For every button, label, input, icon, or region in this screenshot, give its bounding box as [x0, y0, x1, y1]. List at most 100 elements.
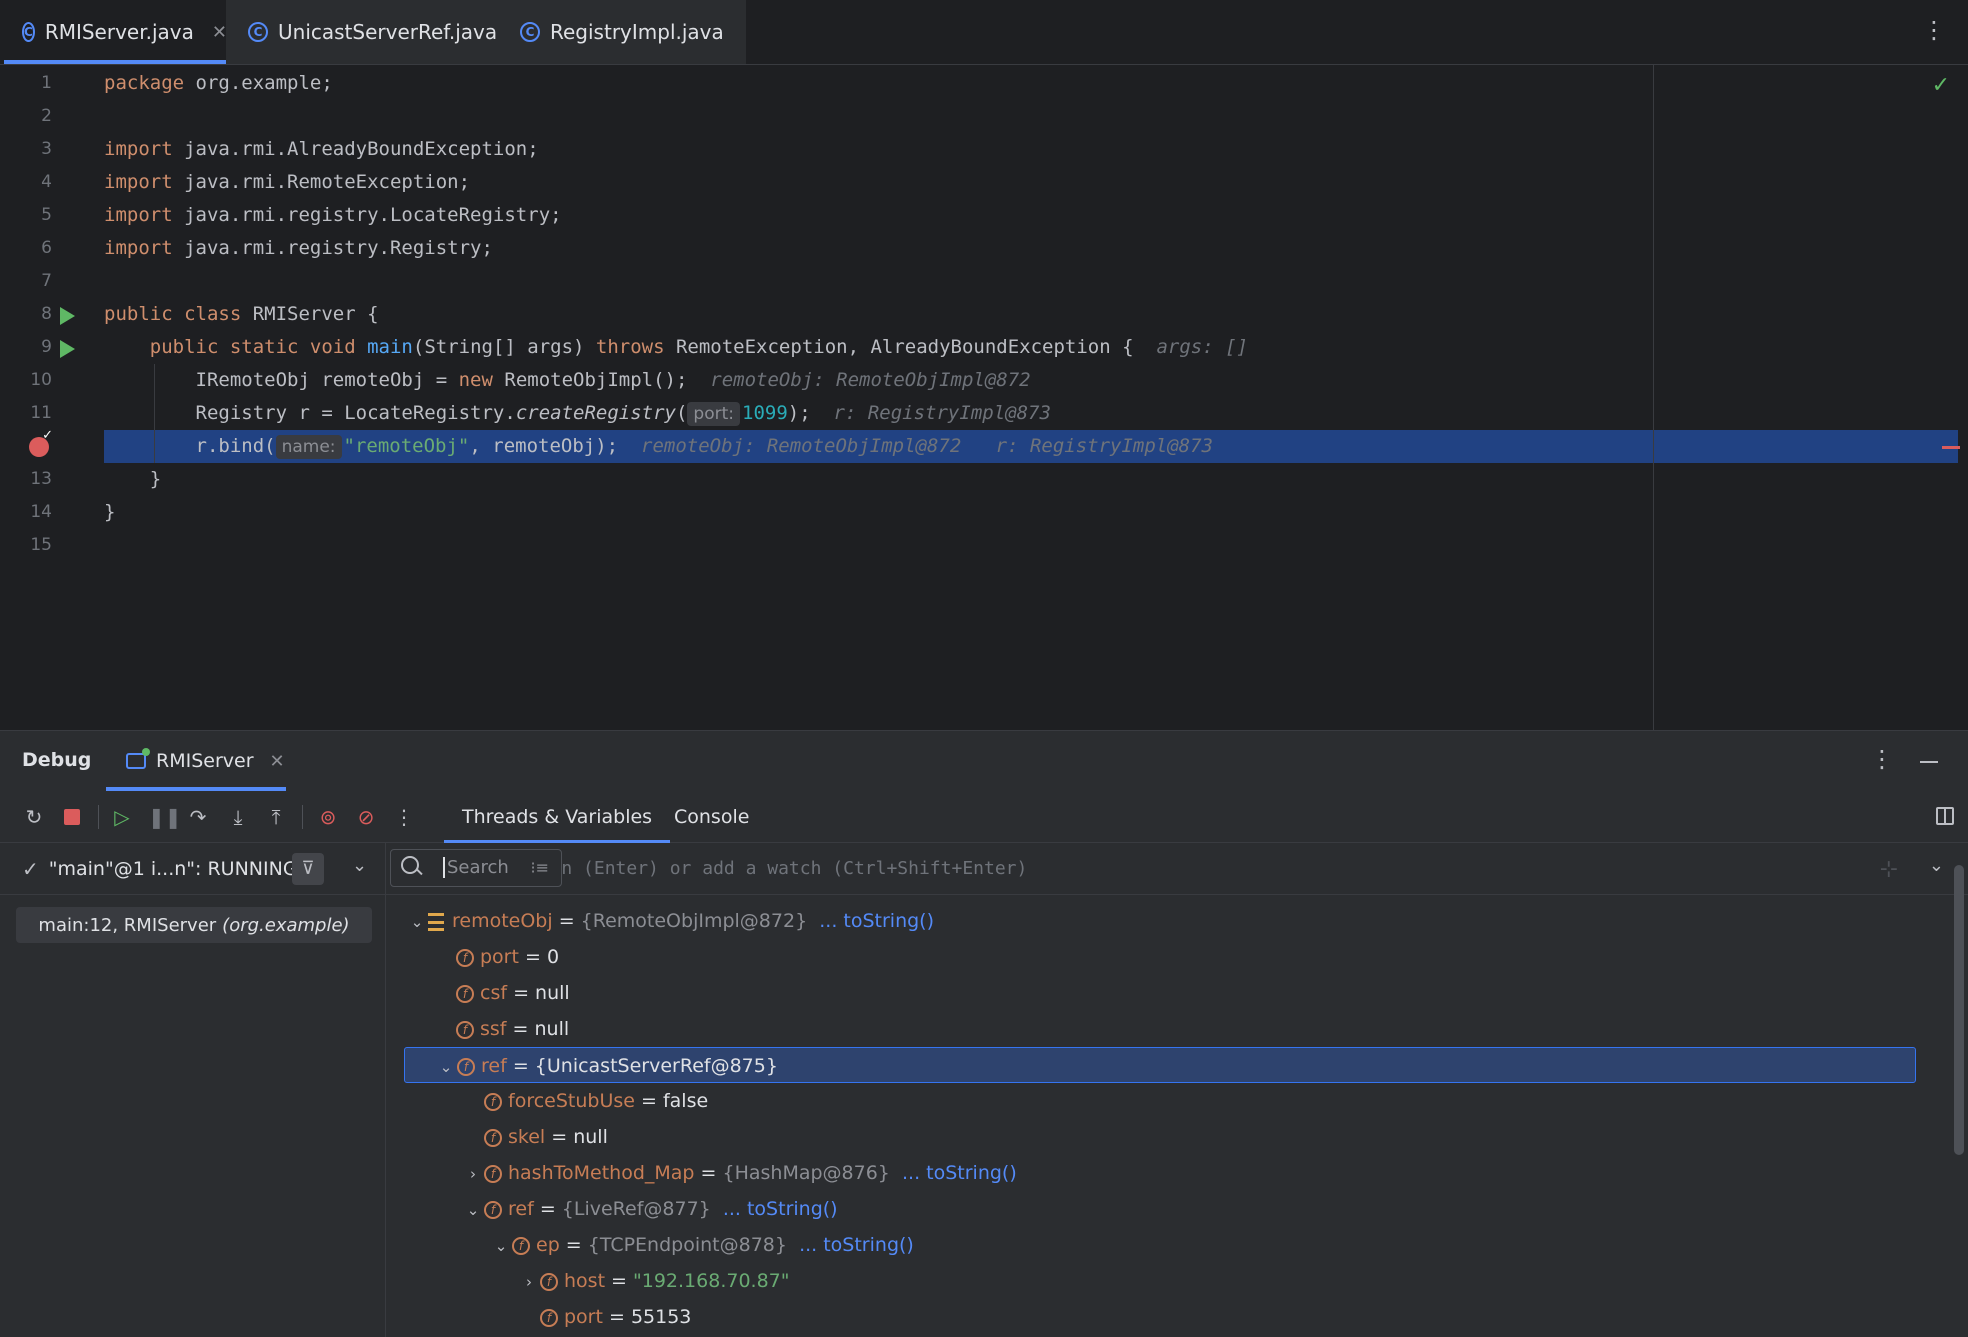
step-into-icon[interactable]: ⤓	[226, 805, 250, 829]
variable-name: ref	[508, 1198, 534, 1220]
line-number: 2	[41, 106, 52, 126]
code-line-9: public static void main(String[] args) t…	[104, 336, 1248, 358]
stack-frame-item[interactable]: main:12, RMIServer (org.example)	[16, 907, 372, 943]
field-icon: f	[512, 1236, 530, 1255]
search-options-icon[interactable]: ⁝≡	[531, 858, 550, 877]
chevron-down-icon[interactable]: ⌄	[406, 904, 428, 940]
view-breakpoints-icon[interactable]: ⊚	[316, 805, 340, 829]
tab-rmiserver[interactable]: C RMIServer.java ✕	[0, 0, 227, 64]
code-line-1: package org.example;	[104, 72, 333, 94]
variable-name: ep	[536, 1234, 560, 1256]
chevron-down-icon[interactable]: ⌄	[490, 1228, 512, 1264]
field-icon: f	[484, 1128, 502, 1147]
variable-type: {RemoteObjImpl@872}	[580, 910, 808, 932]
chevron-down-icon[interactable]: ⌄	[1929, 855, 1944, 876]
watch-bar[interactable]: ssion (Enter) or add a watch (Ctrl+Shift…	[386, 843, 1968, 895]
field-icon: f	[456, 1020, 474, 1039]
tab-threads-variables[interactable]: Threads & Variables	[444, 791, 671, 843]
equals-sign: =	[634, 1090, 663, 1112]
minimize-icon[interactable]	[1920, 761, 1938, 763]
frame-class: (org.example)	[222, 914, 350, 936]
variable-content: f csf = null	[434, 975, 570, 1011]
chevron-right-icon[interactable]: ›	[518, 1264, 540, 1300]
variable-content: f skel = null	[462, 1119, 608, 1155]
tab-registryimpl[interactable]: C RegistryImpl.java	[498, 0, 746, 64]
inline-value-hint: remoteObj: RemoteObjImpl@872	[710, 369, 1031, 391]
equals-sign: =	[552, 910, 581, 932]
watch-input-hint[interactable]: ssion (Enter) or add a watch (Ctrl+Shift…	[518, 858, 1027, 879]
variable-name: port	[564, 1306, 603, 1328]
close-icon[interactable]: ✕	[212, 22, 227, 43]
tab-unicastserverref[interactable]: C UnicastServerRef.java	[226, 0, 498, 64]
debug-session-tab[interactable]: RMIServer ✕	[106, 731, 286, 791]
mute-breakpoints-icon[interactable]: ⊘	[354, 805, 378, 829]
filter-icon[interactable]: ⊽	[292, 853, 324, 885]
equals-sign: =	[506, 1018, 535, 1040]
breakpoint-icon[interactable]	[29, 428, 53, 457]
more-options-icon[interactable]: ⋮	[392, 805, 416, 829]
code-area[interactable]: package org.example; import java.rmi.Alr…	[104, 65, 1968, 730]
layout-icon[interactable]	[1936, 807, 1954, 825]
line-number: 5	[41, 205, 52, 225]
chevron-down-icon[interactable]: ⌄	[462, 1192, 484, 1228]
line-number: 4	[41, 172, 52, 192]
code-editor[interactable]: 1 2 3 4 5 6 7 8 9 10 11 13 14 15 package…	[0, 65, 1968, 730]
variable-content: f ssf = null	[434, 1011, 569, 1047]
parameter-hint: name:	[275, 435, 342, 459]
search-placeholder: Search	[443, 857, 509, 878]
more-options-icon[interactable]: ⋮	[1870, 745, 1894, 773]
tostring-link[interactable]: ... toString()	[807, 910, 934, 932]
thread-label: "main"@1 i...n": RUNNING	[48, 857, 298, 880]
run-icon[interactable]	[60, 307, 75, 325]
line-number: 10	[30, 370, 52, 390]
toolbar-separator	[98, 805, 99, 829]
variables-panel: ssion (Enter) or add a watch (Ctrl+Shift…	[386, 843, 1968, 1337]
close-icon[interactable]: ✕	[270, 751, 285, 772]
equals-sign: =	[533, 1198, 562, 1220]
gutter[interactable]: 1 2 3 4 5 6 7 8 9 10 11 13 14 15	[0, 65, 104, 730]
variable-content: f forceStubUse = false	[462, 1083, 708, 1119]
inline-value-hint: remoteObj: RemoteObjImpl@872	[641, 435, 962, 457]
scrollbar[interactable]	[1954, 865, 1964, 1155]
tostring-link[interactable]: ... toString()	[787, 1234, 914, 1256]
inspection-ok-icon[interactable]: ✓	[1932, 73, 1950, 98]
tostring-link[interactable]: ... toString()	[890, 1162, 1017, 1184]
run-icon[interactable]	[60, 340, 75, 358]
search-input[interactable]: Search ⁝≡	[390, 849, 562, 887]
threads-panel: ✓ "main"@1 i...n": RUNNING ⊽ ⌄ main:12, …	[0, 843, 386, 1337]
variable-content: ⌄ f ref = {LiveRef@877} ... toString()	[462, 1191, 838, 1228]
stop-icon[interactable]	[60, 805, 84, 829]
pause-icon[interactable]: ❚❚	[148, 805, 182, 829]
more-options-icon[interactable]: ⋮	[1922, 18, 1946, 42]
variable-name: ref	[481, 1055, 507, 1077]
line-number: 14	[30, 502, 52, 522]
chevron-right-icon[interactable]: ›	[462, 1156, 484, 1192]
variable-name: hashToMethod_Map	[508, 1162, 695, 1184]
step-over-icon[interactable]: ↷	[186, 805, 210, 829]
variable-content: › f hashToMethod_Map = {HashMap@876} ... t…	[462, 1155, 1017, 1192]
variable-type: {LiveRef@877}	[561, 1198, 711, 1220]
variable-value: 55153	[630, 1306, 692, 1328]
tostring-link[interactable]: ... toString()	[711, 1198, 838, 1220]
variable-content: f port = 0	[434, 939, 559, 975]
thread-selector[interactable]: ✓ "main"@1 i...n": RUNNING ⊽ ⌄	[0, 843, 386, 895]
debug-panel: Debug RMIServer ✕ ⋮ ↻ ▷ ❚❚ ↷ ⤓ ⤒ ⊚ ⊘ ⋮ T…	[0, 730, 1968, 1337]
step-out-icon[interactable]: ⤒	[264, 805, 288, 829]
variable-row[interactable]: ⌄ f ref = {UnicastServerRef@875}	[404, 1047, 1916, 1083]
line-number: 11	[30, 403, 52, 423]
error-stripe-mark[interactable]	[1942, 446, 1960, 449]
tab-console[interactable]: Console	[674, 791, 749, 843]
variable-value: "192.168.70.87"	[633, 1270, 790, 1292]
resume-icon[interactable]: ▷	[110, 805, 134, 829]
chevron-down-icon[interactable]: ⌄	[352, 855, 367, 876]
java-class-icon: C	[22, 22, 35, 42]
variable-value: 0	[546, 946, 560, 968]
chevron-down-icon[interactable]: ⌄	[435, 1049, 457, 1085]
variable-name: port	[480, 946, 519, 968]
add-watch-icon[interactable]: ⊹	[1880, 857, 1898, 882]
rerun-icon[interactable]: ↻	[22, 805, 46, 829]
variable-name: remoteObj	[452, 910, 553, 932]
variable-value: null	[534, 1018, 570, 1040]
parameter-hint: port:	[687, 402, 740, 426]
code-line-14: }	[104, 501, 116, 523]
